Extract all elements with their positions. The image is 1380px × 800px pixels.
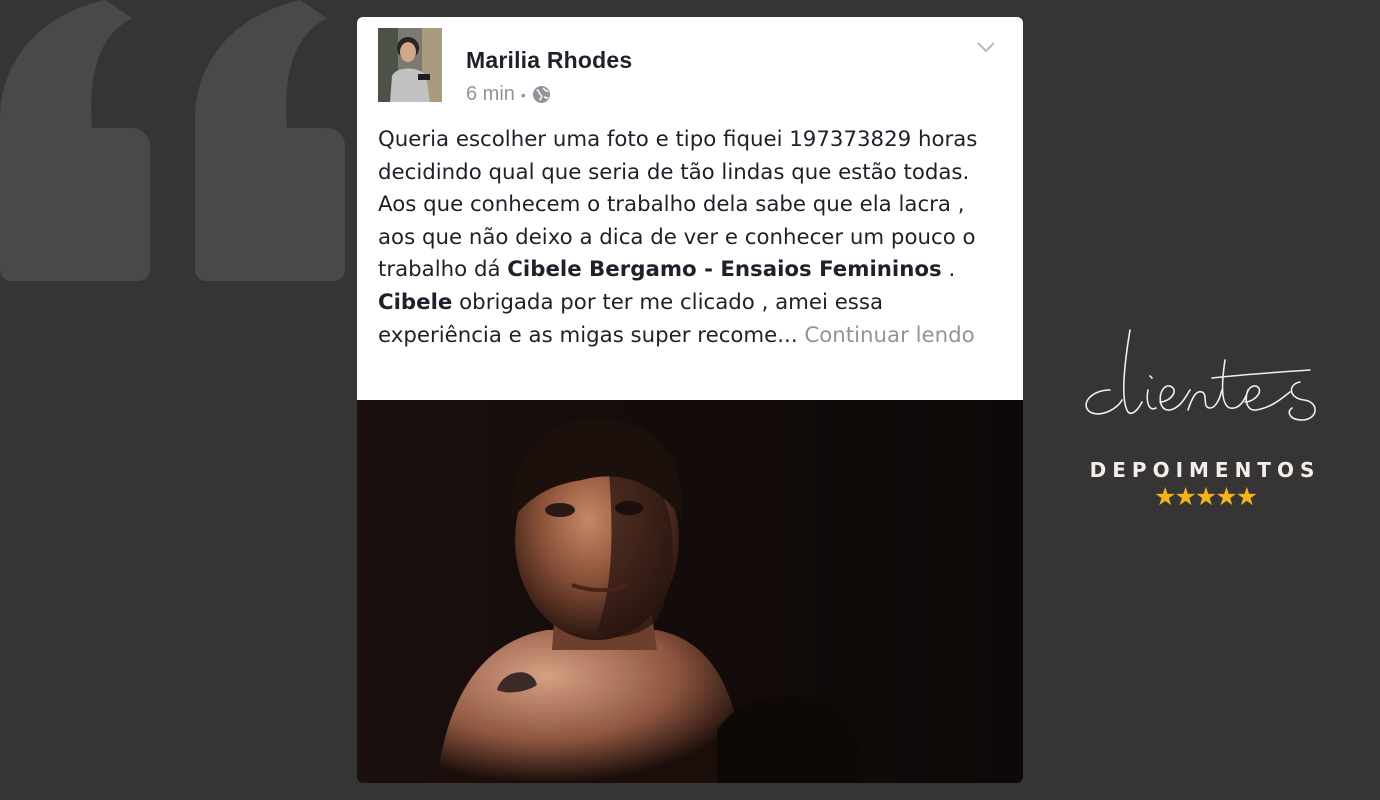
post-text-part-2: . [941, 257, 956, 283]
five-star-rating: ★★★★★ [1153, 483, 1258, 511]
post-text: Queria escolher uma foto e tipo fiquei 1… [378, 124, 1008, 352]
globe-icon [532, 85, 550, 104]
post-header: Marilia Rhodes 6 min • [378, 28, 1023, 108]
mention-cibele-bergamo[interactable]: Cibele Bergamo - Ensaios Femininos [507, 257, 941, 282]
meta-separator: • [520, 86, 526, 103]
author-name[interactable]: Marilia Rhodes [466, 47, 632, 74]
quote-mark-icon [0, 0, 345, 281]
continue-reading-link[interactable]: Continuar lendo [804, 323, 974, 348]
post-photo[interactable] [357, 400, 1023, 783]
facebook-post-card: Marilia Rhodes 6 min • Queria escolher u… [357, 17, 1023, 783]
chevron-down-icon[interactable] [975, 38, 997, 56]
post-meta: 6 min • [466, 83, 551, 106]
testimonials-branding: DEPOIMENTOS ★★★★★ [1070, 320, 1340, 520]
clientes-script-logo [1085, 329, 1316, 421]
avatar[interactable] [378, 28, 442, 102]
depoimentos-title: DEPOIMENTOS [1089, 458, 1321, 482]
mention-cibele[interactable]: Cibele [378, 290, 452, 315]
post-time[interactable]: 6 min [466, 83, 515, 106]
